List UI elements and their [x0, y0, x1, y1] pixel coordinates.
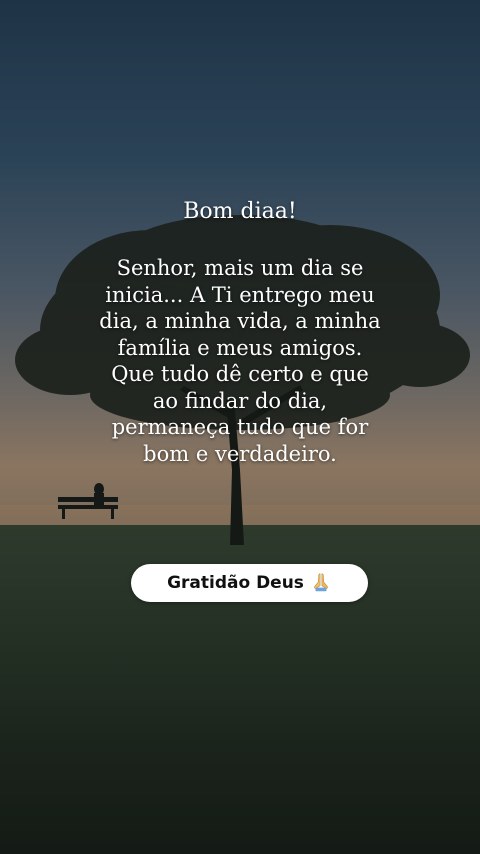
gratitude-sticker: Gratidão Deus [131, 564, 368, 602]
greeting-text: Bom diaa! [183, 199, 297, 224]
devotional-message: Bom diaa! Senhor, mais um dia se inicia.… [40, 198, 440, 467]
sticker-label: Gratidão Deus [167, 573, 304, 593]
message-line: Senhor, mais um dia se [116, 256, 364, 280]
message-line: família e meus amigos. [117, 335, 363, 360]
message-line: permaneça tudo que for [111, 415, 369, 439]
message-line: dia, a minha vida, a minha [99, 309, 381, 333]
message-line: inicia... A Ti entrego meu [105, 282, 375, 307]
praying-hands-icon [314, 573, 328, 592]
message-line: ao findar do dia, [152, 388, 328, 413]
message-line: Que tudo dê certo e que [111, 362, 369, 386]
message-line: bom e verdadeiro. [143, 441, 337, 466]
